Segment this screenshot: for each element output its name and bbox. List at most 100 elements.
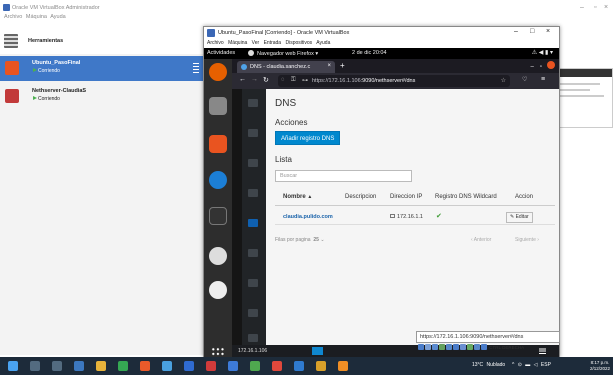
- chrome-icon[interactable]: [118, 361, 128, 371]
- close-icon[interactable]: ×: [546, 28, 550, 35]
- url-bar[interactable]: ◌ ⚿ ⊶ https://172.16.1.106:9090/nethserv…: [278, 75, 510, 87]
- pocket-icon[interactable]: ♡: [522, 76, 527, 83]
- nav-icon[interactable]: [248, 189, 258, 197]
- column-wildcard[interactable]: Registro DNS Wildcard: [435, 194, 497, 200]
- nav-icon[interactable]: [248, 99, 258, 107]
- nav-icon[interactable]: [248, 129, 258, 137]
- minimize-icon[interactable]: –: [531, 64, 534, 70]
- audio-icon[interactable]: [432, 344, 438, 350]
- nav-icon[interactable]: [248, 309, 258, 317]
- disk-icon[interactable]: [418, 344, 424, 350]
- app-icon[interactable]: [206, 361, 216, 371]
- menu-ver[interactable]: Ver: [252, 40, 260, 46]
- column-direccion-ip[interactable]: Direccion IP: [390, 194, 422, 200]
- add-dns-record-button[interactable]: Añadir registro DNS: [275, 131, 341, 145]
- vm-item-nethserver[interactable]: Nethserver-ClaudiaS Corriendo: [0, 84, 205, 109]
- optical-icon[interactable]: [425, 344, 431, 350]
- weather[interactable]: 13°C Nublado: [472, 362, 505, 368]
- menu-dispositivos[interactable]: Dispositivos: [285, 40, 312, 46]
- edge-icon[interactable]: [74, 361, 84, 371]
- cockpit-sidebar: [242, 89, 266, 358]
- shield-icon[interactable]: ◌: [281, 77, 285, 83]
- next-page-button[interactable]: Siguiente ›: [515, 237, 539, 243]
- mouse-icon[interactable]: [481, 344, 487, 350]
- virtualbox-manager-menu: Archivo Máquina Ayuda: [4, 14, 66, 20]
- firefox-taskbar-icon[interactable]: [140, 361, 150, 371]
- rows-per-page[interactable]: Filas por pagina 25 ⌄: [275, 237, 325, 243]
- maximize-icon[interactable]: ▫: [540, 64, 542, 70]
- edit-button[interactable]: ✎ Editar: [506, 212, 533, 223]
- back-icon[interactable]: ←: [239, 76, 246, 83]
- activities-button[interactable]: Actividades: [207, 50, 235, 56]
- virtualbox-taskbar-icon[interactable]: [294, 361, 304, 371]
- system-tray[interactable]: ⚠ ◀ ▮ ▾: [532, 49, 553, 56]
- network-icon[interactable]: [439, 344, 445, 350]
- tab-dns[interactable]: DNS - claudia.sanchez.c ×: [237, 61, 335, 73]
- vm-menu-icon[interactable]: [193, 63, 199, 73]
- record-name-link[interactable]: claudia.pulido.com: [283, 214, 333, 220]
- hamburger-menu-icon[interactable]: ≡: [541, 76, 545, 83]
- shared-folder-icon[interactable]: [453, 344, 459, 350]
- app-icon[interactable]: [184, 361, 194, 371]
- cpu-icon[interactable]: [474, 344, 480, 350]
- software-dock-icon[interactable]: [209, 135, 227, 153]
- task-view-icon[interactable]: [52, 361, 62, 371]
- minimize-icon[interactable]: –: [580, 4, 584, 11]
- clock[interactable]: 2 de dic 20:04: [352, 50, 387, 56]
- maximize-icon[interactable]: ▫: [594, 4, 596, 11]
- lock-icon[interactable]: ⚿: [291, 77, 296, 84]
- app-icon[interactable]: [162, 361, 172, 371]
- menu-ayuda[interactable]: Ayuda: [50, 14, 66, 20]
- new-tab-icon[interactable]: +: [340, 61, 345, 70]
- sort-up-icon: ▲: [307, 194, 313, 200]
- maximize-icon[interactable]: □: [530, 28, 534, 35]
- files-dock-icon[interactable]: [209, 97, 227, 115]
- language[interactable]: ESP: [541, 362, 551, 368]
- terminal-dock-icon[interactable]: [209, 207, 227, 225]
- app-icon[interactable]: [272, 361, 282, 371]
- menu-ayuda[interactable]: Ayuda: [316, 40, 330, 46]
- windows-start-icon[interactable]: [8, 361, 18, 371]
- nav-icon[interactable]: [248, 159, 258, 167]
- tab-close-icon[interactable]: ×: [327, 63, 331, 69]
- usb-icon[interactable]: [446, 344, 452, 350]
- search-input[interactable]: Buscar: [275, 170, 412, 182]
- firefox-dock-icon[interactable]: [209, 63, 227, 81]
- search-icon[interactable]: [30, 361, 40, 371]
- display-icon[interactable]: [460, 344, 466, 350]
- system-tray[interactable]: 13°C Nublado ^ ⊙ ▬ ◁ ESP: [472, 362, 551, 368]
- help-dock-icon[interactable]: [209, 171, 227, 189]
- app-icon[interactable]: [250, 361, 260, 371]
- reload-icon[interactable]: ↻: [263, 76, 269, 84]
- app-menu[interactable]: Navegador web Firefox ▾: [248, 50, 318, 57]
- bookmark-star-icon[interactable]: ☆: [501, 77, 506, 84]
- nav-icon[interactable]: [248, 334, 258, 342]
- tools-item[interactable]: Herramientas: [0, 26, 205, 54]
- recording-icon[interactable]: [467, 344, 473, 350]
- close-icon[interactable]: [547, 61, 555, 69]
- app-icon[interactable]: [338, 361, 348, 371]
- column-nombre[interactable]: Nombre ▲: [283, 194, 312, 200]
- host-monitor-icon[interactable]: [312, 347, 323, 355]
- drive-dock-icon[interactable]: [209, 281, 227, 299]
- explorer-icon[interactable]: [96, 361, 106, 371]
- nav-icon[interactable]: [248, 249, 258, 257]
- nav-icon[interactable]: [248, 279, 258, 287]
- previous-page-button[interactable]: ‹ Anterior: [471, 237, 491, 243]
- column-descripcion[interactable]: Descripcion: [345, 194, 376, 200]
- vm-item-ubuntu[interactable]: Ubuntu_PasoFinal Corriendo: [0, 56, 205, 81]
- close-icon[interactable]: ×: [604, 4, 608, 11]
- forward-icon[interactable]: →: [251, 76, 258, 83]
- menu-archivo[interactable]: Archivo: [207, 40, 224, 46]
- disc-dock-icon[interactable]: [209, 247, 227, 265]
- minimize-icon[interactable]: –: [514, 28, 518, 35]
- nav-icon-active[interactable]: [248, 219, 258, 227]
- menu-archivo[interactable]: Archivo: [4, 14, 22, 20]
- menu-maquina[interactable]: Máquina: [228, 40, 247, 46]
- menu-maquina[interactable]: Máquina: [26, 14, 47, 20]
- app-icon[interactable]: [316, 361, 326, 371]
- permission-icon[interactable]: ⊶: [302, 77, 308, 84]
- taskbar-clock[interactable]: 8:17 p.m. 2/12/2022: [590, 360, 610, 371]
- menu-entrada[interactable]: Entrada: [264, 40, 282, 46]
- app-icon[interactable]: [228, 361, 238, 371]
